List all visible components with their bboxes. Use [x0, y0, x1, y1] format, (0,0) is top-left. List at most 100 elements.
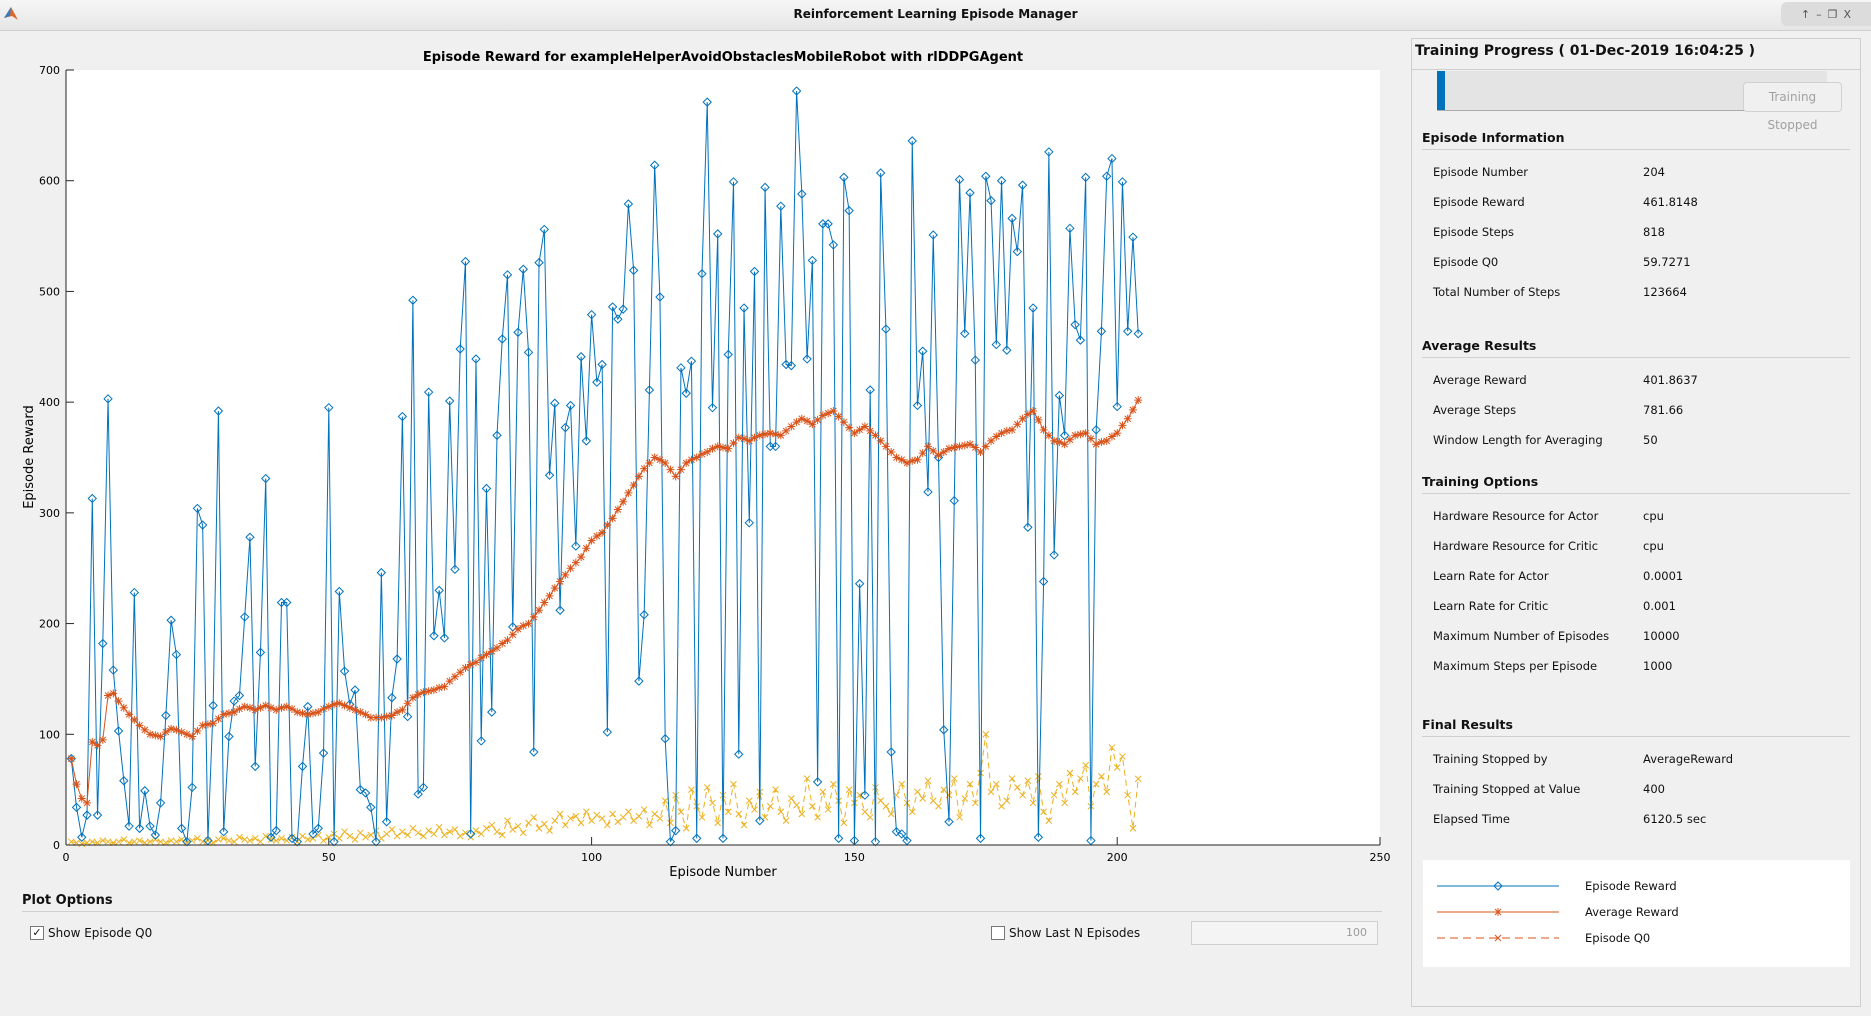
data-point-asterisk — [535, 606, 544, 615]
field-label: Learn Rate for Actor — [1433, 569, 1549, 583]
field-value: 818 — [1643, 225, 1665, 239]
y-axis-label: Episode Reward — [22, 405, 37, 509]
minimize-icon[interactable]: – — [1816, 8, 1822, 21]
data-point-asterisk — [676, 465, 685, 474]
episode-reward-chart: Episode Reward for exampleHelperAvoidObs… — [22, 50, 1391, 880]
data-point-asterisk — [603, 521, 612, 530]
field-value: 123664 — [1643, 285, 1687, 299]
field-label: Maximum Number of Episodes — [1433, 629, 1610, 643]
data-point-asterisk — [598, 528, 607, 537]
legend-label: Episode Reward — [1585, 879, 1677, 893]
y-tick-label: 200 — [39, 618, 60, 631]
field-label: Episode Steps — [1433, 225, 1514, 239]
data-point-asterisk — [634, 472, 643, 481]
divider — [22, 911, 1382, 912]
data-point-asterisk — [151, 731, 160, 740]
progress-fill — [1437, 71, 1445, 110]
data-point-asterisk — [661, 459, 670, 468]
data-point-asterisk — [98, 735, 107, 744]
data-point-asterisk — [361, 710, 370, 719]
data-point-asterisk — [655, 455, 664, 464]
maximize-icon[interactable]: ❐ — [1828, 8, 1838, 21]
last-n-episodes-input[interactable]: 100 — [1191, 921, 1378, 945]
data-point-asterisk — [524, 619, 533, 628]
y-tick-label: 700 — [39, 64, 60, 77]
data-point-asterisk — [608, 514, 617, 523]
field-label: Training Stopped at Value — [1433, 782, 1581, 796]
x-tick-label: 250 — [1370, 851, 1391, 864]
field-value: 59.7271 — [1643, 255, 1691, 269]
data-point-asterisk — [1123, 414, 1132, 423]
field-label: Total Number of Steps — [1433, 285, 1561, 299]
data-point-asterisk — [866, 426, 875, 435]
training-stopped-button[interactable]: Training Stopped — [1743, 82, 1842, 132]
data-point-asterisk — [487, 647, 496, 656]
data-point-asterisk — [382, 712, 391, 721]
field-value: 0.0001 — [1643, 569, 1684, 583]
data-point-asterisk — [855, 425, 864, 434]
legend-diamond-line-icon — [1437, 881, 1559, 891]
data-point-asterisk — [782, 426, 791, 435]
data-point-asterisk — [1107, 432, 1116, 441]
data-point-asterisk — [83, 798, 92, 807]
data-point-asterisk — [550, 584, 559, 593]
data-point-asterisk — [850, 429, 859, 438]
data-point-asterisk — [1050, 436, 1059, 445]
field-label: Episode Number — [1433, 165, 1529, 179]
show-last-n-episodes-checkbox[interactable]: Show Last N Episodes — [991, 926, 1140, 940]
panel-title: Training Progress ( 01-Dec-2019 16:04:25… — [1412, 39, 1860, 70]
field-value: cpu — [1643, 539, 1664, 553]
data-point-asterisk — [219, 710, 228, 719]
show-episode-q0-checkbox[interactable]: ✓ Show Episode Q0 — [30, 926, 152, 940]
data-point-asterisk — [619, 497, 628, 506]
data-point-asterisk — [803, 416, 812, 425]
data-point-asterisk — [146, 730, 155, 739]
section-episode-info-title: Episode Information — [1422, 130, 1850, 150]
data-point-asterisk — [545, 591, 554, 600]
show-episode-q0-label: Show Episode Q0 — [48, 926, 153, 940]
data-point-asterisk — [813, 415, 822, 424]
data-point-asterisk — [787, 422, 796, 431]
data-point-asterisk — [1076, 430, 1085, 439]
field-value: 6120.5 sec — [1643, 812, 1707, 826]
field-label: Learn Rate for Critic — [1433, 599, 1549, 613]
data-point-asterisk — [945, 444, 954, 453]
data-point-asterisk — [230, 708, 239, 717]
field-value: 50 — [1643, 433, 1658, 447]
data-point-asterisk — [167, 724, 176, 733]
data-point-asterisk — [745, 436, 754, 445]
close-icon[interactable]: X — [1844, 8, 1852, 21]
field-label: Episode Reward — [1433, 195, 1525, 209]
data-point-asterisk — [897, 455, 906, 464]
legend-asterisk-line-icon — [1437, 908, 1559, 916]
field-label: Training Stopped by — [1433, 752, 1548, 766]
checkbox-checked[interactable]: ✓ — [30, 926, 44, 940]
data-point-asterisk — [240, 702, 249, 711]
data-point-asterisk — [666, 465, 675, 474]
data-point-asterisk — [456, 668, 465, 677]
data-point-asterisk — [966, 440, 975, 449]
data-point-asterisk — [755, 431, 764, 440]
chart-legend: Episode Reward Average Reward Episode Q0 — [1423, 860, 1850, 967]
data-point-asterisk — [808, 420, 817, 429]
data-point-asterisk — [719, 443, 727, 452]
data-point-asterisk — [766, 429, 775, 438]
data-point-asterisk — [582, 544, 591, 553]
field-label: Window Length for Averaging — [1433, 433, 1603, 447]
data-point-asterisk — [477, 653, 486, 662]
field-value: 461.8148 — [1643, 195, 1698, 209]
dock-icon[interactable]: ↑ — [1801, 8, 1810, 21]
field-label: Average Reward — [1433, 373, 1527, 387]
data-point-asterisk — [330, 700, 339, 709]
field-label: Average Steps — [1433, 403, 1517, 417]
section-training-options-title: Training Options — [1422, 474, 1850, 494]
data-point-asterisk — [613, 505, 622, 514]
data-point-asterisk — [492, 643, 501, 652]
data-point-asterisk — [1102, 436, 1111, 445]
checkbox-unchecked[interactable] — [991, 926, 1005, 940]
x-axis-label: Episode Number — [669, 865, 777, 880]
data-point-asterisk — [309, 709, 318, 718]
data-point-asterisk — [587, 536, 596, 545]
data-point-asterisk — [140, 725, 149, 734]
data-point-asterisk — [398, 705, 407, 714]
